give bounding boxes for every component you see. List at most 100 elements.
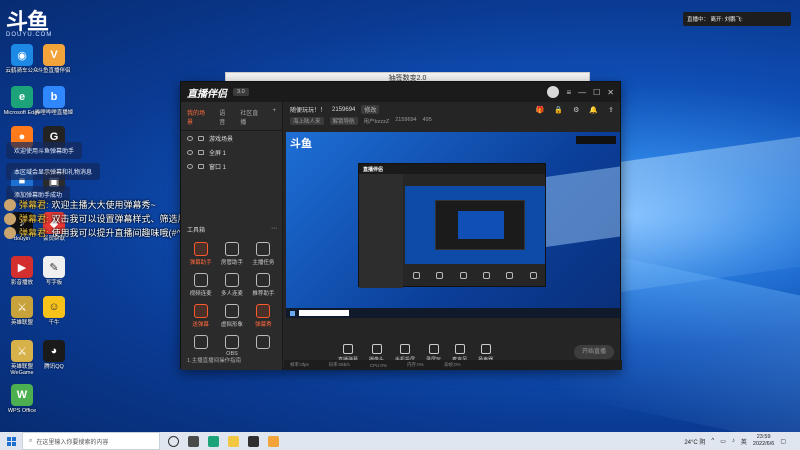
scene-item[interactable]: 游戏场景 xyxy=(181,131,282,145)
lock-icon[interactable] xyxy=(198,163,204,169)
tool-button[interactable]: OBS xyxy=(216,335,247,357)
scene-label: 全屏 1 xyxy=(209,150,227,157)
app-icon: ◕ xyxy=(43,340,65,362)
desktop-icon[interactable]: ✎ 写字板 xyxy=(34,256,74,286)
tool-button[interactable] xyxy=(185,335,216,357)
add-scene-icon[interactable]: + xyxy=(272,108,276,126)
system-tray: 24°C 阴 ^ ▭ ♪ 英 23:59 2022/6/6 ▢ xyxy=(684,434,800,447)
status-item: 码率:0kb/s xyxy=(328,362,350,367)
lock-icon[interactable] xyxy=(198,135,204,141)
close-icon[interactable]: ✕ xyxy=(607,88,614,97)
live-companion-window[interactable]: 直播伴侣 3.0 ≡ — ☐ ✕ 我的场景 语音 社区直播 + 游戏场景全屏 1 窗口 … xyxy=(180,81,622,370)
preview-light-beam xyxy=(536,165,620,249)
desktop-icon[interactable]: V 斗鱼直播伴侣 xyxy=(34,44,74,74)
nested-left-panel xyxy=(359,174,403,288)
share-icon[interactable]: ⇪ xyxy=(608,106,614,114)
tool-label: 虚拟形象 xyxy=(220,322,243,328)
search-icon: ⌕ xyxy=(29,437,33,444)
tool-button[interactable]: 虚拟形象 xyxy=(216,304,247,328)
tool-button[interactable] xyxy=(248,335,279,357)
source-icon xyxy=(428,343,439,354)
file-explorer-icon[interactable] xyxy=(228,435,239,447)
minimize-icon[interactable]: — xyxy=(578,88,586,97)
wallpaper-light-beam xyxy=(610,136,800,294)
room-id: 2159694 xyxy=(332,106,356,113)
chat-avatar xyxy=(4,198,16,211)
language-indicator[interactable]: 英 xyxy=(741,437,747,446)
desktop-icon[interactable]: ◕ 腾讯QQ xyxy=(34,340,74,370)
desktop-icon-label: 斗鱼直播伴侣 xyxy=(37,68,71,74)
tool-button[interactable]: 弹幕秀 xyxy=(248,304,279,328)
tool-button[interactable]: 房管助手 xyxy=(216,242,247,266)
tool-label: 弹幕秀 xyxy=(255,322,272,328)
scene-tab[interactable]: 语音 xyxy=(219,108,230,126)
tool-label: 房管助手 xyxy=(220,260,243,266)
edit-room-button[interactable]: 修改 xyxy=(361,105,380,114)
douyu-logo: 斗鱼 DOUYU.COM xyxy=(6,4,64,38)
weather-text[interactable]: 24°C 阴 xyxy=(684,437,705,446)
app-icon: ⚔ xyxy=(11,340,33,362)
source-icon xyxy=(480,343,491,354)
room-subcategory[interactable]: 解锁导航 xyxy=(329,117,358,125)
nested-button-icon xyxy=(459,271,467,279)
toolbox-more-icon[interactable]: ⋯ xyxy=(271,225,277,234)
status-item: CPU:0% xyxy=(369,362,388,368)
douyu-app-icon[interactable] xyxy=(248,435,259,447)
scene-item[interactable]: 全屏 1 xyxy=(181,145,282,159)
volume-icon[interactable]: ♪ xyxy=(732,438,735,444)
scene-tab[interactable]: 社区直播 xyxy=(240,108,262,126)
tool-button[interactable]: 推荐助手 xyxy=(248,273,279,297)
tool-button[interactable]: 主播任务 xyxy=(248,242,279,266)
app-titlebar[interactable]: 直播伴侣 3.0 ≡ — ☐ ✕ xyxy=(181,82,620,102)
chevron-up-icon[interactable]: ^ xyxy=(711,438,714,444)
tool-button[interactable]: 弹幕助手 xyxy=(185,242,216,266)
tool-icon xyxy=(224,273,239,287)
nested-bottom-bar xyxy=(405,266,545,284)
clock[interactable]: 23:59 2022/6/6 xyxy=(753,434,774,447)
start-button[interactable] xyxy=(0,436,22,446)
logo-sub: DOUYU.COM xyxy=(6,32,53,38)
nested-button-icon xyxy=(413,271,421,279)
tool-button[interactable]: 多人连麦 xyxy=(216,273,247,297)
scene-tab[interactable]: 我的场景 xyxy=(187,108,209,126)
edge-icon[interactable] xyxy=(208,435,219,447)
maximize-icon[interactable]: ☐ xyxy=(593,88,600,97)
lock-icon[interactable] xyxy=(198,149,204,155)
scene-item[interactable]: 窗口 1 xyxy=(181,159,282,173)
stream-preview[interactable]: 斗鱼 直播伴侣 xyxy=(286,132,620,318)
menu-icon[interactable]: ≡ xyxy=(566,88,571,97)
widgets-icon[interactable] xyxy=(188,435,199,447)
room-user: 用户bzzzZ xyxy=(363,119,390,125)
toolbox-grid: 弹幕助手 房管助手 主播任务视频连麦 多人连麦 推荐助手送弹幕 虚拟形象 弹幕秀 OBS xyxy=(185,242,279,357)
gift-icon[interactable]: 🎁 xyxy=(536,106,545,114)
taskbar-search[interactable]: ⌕ 在这里输入你要搜索的内容 xyxy=(22,432,160,450)
nested-inner-preview xyxy=(458,211,504,239)
notification-icon[interactable]: ▢ xyxy=(780,438,786,445)
desktop-icon[interactable]: b 哔哩哔哩直播姬 xyxy=(34,86,74,116)
tool-button[interactable]: 送弹幕 xyxy=(185,304,216,328)
lock-icon[interactable]: 🔒 xyxy=(554,106,563,114)
settings-icon[interactable]: ⚙ xyxy=(573,106,579,114)
status-bar: 帧率:0fps 码率:0kb/s CPU:0% 内存:0% 丢帧:0% xyxy=(284,360,622,370)
danmu-notice: 本区域会显示弹幕和礼物消息 xyxy=(6,163,101,180)
live-companion-icon[interactable] xyxy=(268,435,279,447)
nested-button-icon xyxy=(436,271,444,279)
eye-icon[interactable] xyxy=(187,163,193,169)
start-live-button[interactable]: 开始直播 xyxy=(574,345,614,359)
danmu-notice: 欢迎使用斗鱼弹幕助手 xyxy=(6,142,83,159)
eye-icon[interactable] xyxy=(187,149,193,155)
network-icon[interactable]: ▭ xyxy=(720,438,726,445)
tool-button[interactable]: 视频连麦 xyxy=(185,273,216,297)
left-footer[interactable]: 1.主播直播间操作指南 xyxy=(187,356,241,364)
app-icon: ✎ xyxy=(43,256,65,278)
scene-label: 窗口 1 xyxy=(209,164,227,171)
app-icon: ◉ xyxy=(11,44,33,66)
user-avatar[interactable] xyxy=(547,86,560,98)
room-category[interactable]: 海上陆人来 xyxy=(290,117,324,125)
task-view-icon[interactable] xyxy=(168,435,179,447)
desktop-icon[interactable]: W WPS Office xyxy=(2,384,42,414)
desktop-icon[interactable]: ☺ 千牛 xyxy=(34,296,74,326)
nested-brand: 直播伴侣 xyxy=(359,164,545,174)
bell-icon[interactable]: 🔔 xyxy=(589,106,598,114)
eye-icon[interactable] xyxy=(187,135,193,141)
